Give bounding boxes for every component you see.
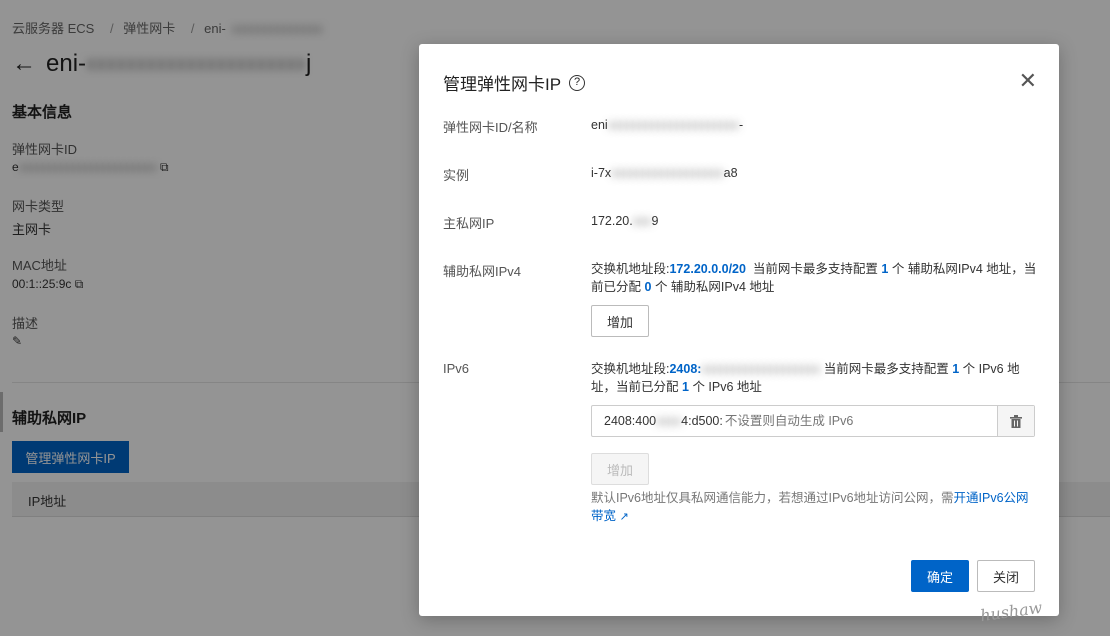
ipv6-hint: 默认IPv6地址仅具私网通信能力，若想通过IPv6地址访问公网，需开通IPv6公… xyxy=(591,491,1029,523)
trash-icon xyxy=(1010,414,1022,428)
secondary-ipv4-label: 辅助私网IPv4 xyxy=(443,264,522,279)
secondary-ipv4-info: 交换机地址段:172.20.0.0/20 当前网卡最多支持配置 1 个 辅助私网… xyxy=(591,262,1037,294)
add-ipv6-button[interactable]: 增加 xyxy=(591,453,649,485)
instance-value: i-7xxxxxxxxxxxxxxxxxxxa8 xyxy=(591,166,738,180)
external-link-icon[interactable]: ↗ xyxy=(620,511,629,523)
confirm-button[interactable]: 确定 xyxy=(911,560,969,592)
ipv6-suffix-input[interactable] xyxy=(722,413,997,429)
ipv6-info: 交换机地址段:2408:xxxxxxxxxxxxxxxxxxx 当前网卡最多支持… xyxy=(591,362,1020,394)
instance-label: 实例 xyxy=(443,168,470,183)
add-ipv4-button[interactable]: 增加 xyxy=(591,305,649,337)
close-button[interactable]: 关闭 xyxy=(977,560,1035,592)
manage-eni-ip-dialog: 管理弹性网卡IP ? ✕ 弹性网卡ID/名称 enixxxxxxxxxxxxxx… xyxy=(419,44,1059,616)
help-icon[interactable]: ? xyxy=(569,74,586,91)
ipv6-prefix: 2408:400xxxx4:d500: xyxy=(604,414,723,428)
delete-ipv6-button[interactable] xyxy=(997,406,1034,436)
close-icon[interactable]: ✕ xyxy=(1019,68,1037,94)
ipv6-label: IPv6 xyxy=(443,361,470,376)
dialog-title: 管理弹性网卡IP ? xyxy=(443,70,586,95)
primary-ip-label: 主私网IP xyxy=(443,216,495,231)
eni-id-name-label: 弹性网卡ID/名称 xyxy=(443,120,538,135)
primary-ip-value: 172.20.xxx9 xyxy=(591,214,659,228)
eni-id-name-value: enixxxxxxxxxxxxxxxxxxxxx- xyxy=(591,118,744,132)
ipv6-address-field: 2408:400xxxx4:d500: xyxy=(591,405,1035,437)
